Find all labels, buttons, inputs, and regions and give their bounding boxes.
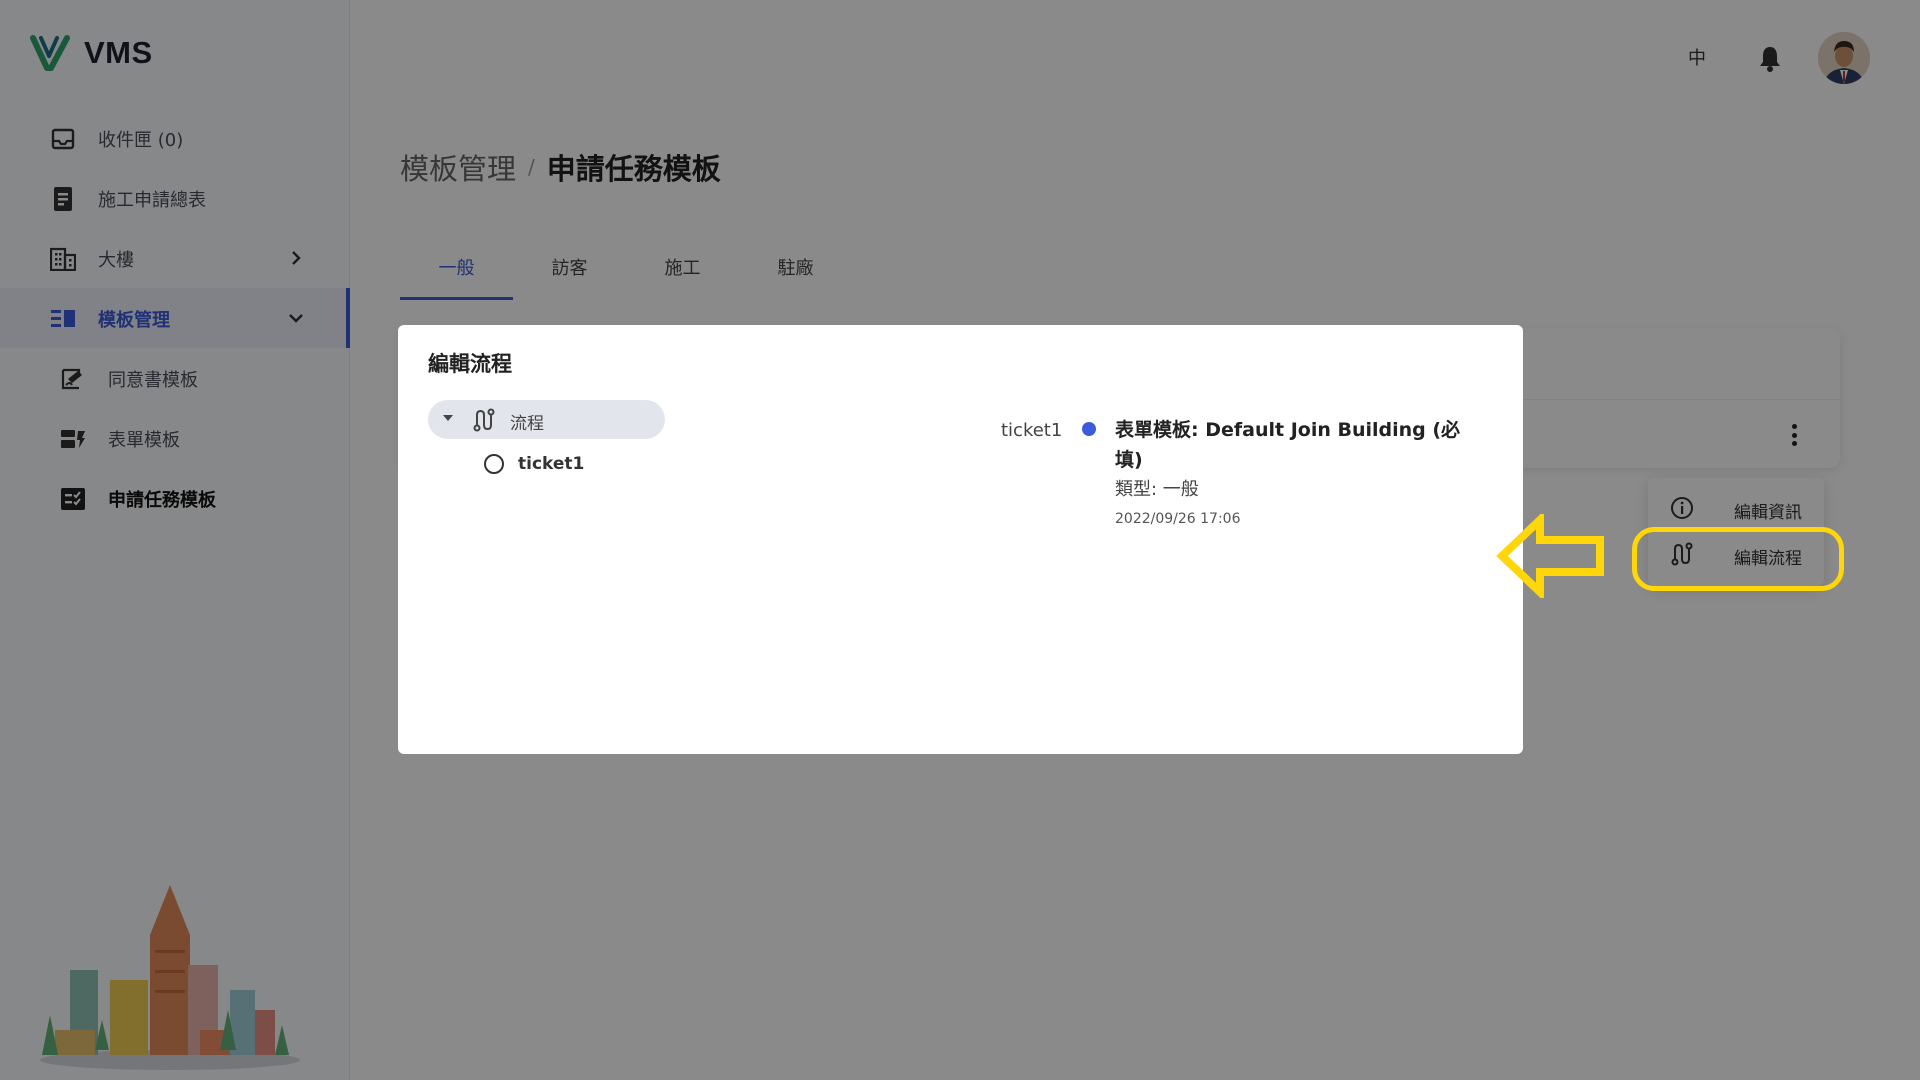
timeline-ticket-label: ticket1 [1001, 420, 1063, 441]
timeline-date: 2022/09/26 17:06 [1115, 511, 1241, 527]
left-arrow-annotation-icon [1496, 514, 1604, 598]
edit-flow-dialog: 編輯流程 流程 ticket1 ticket1 表單模板: Default Jo… [398, 325, 1523, 754]
dialog-title: 編輯流程 [428, 352, 512, 376]
timeline-dot [1082, 422, 1096, 436]
timeline-title: 表單模板: Default Join Building (必填) [1115, 419, 1461, 471]
caret-down-icon[interactable] [443, 415, 453, 421]
highlight-box [1632, 527, 1844, 591]
radio-circle-icon[interactable] [484, 454, 504, 474]
flow-icon [473, 408, 495, 432]
tree-node-ticket[interactable]: ticket1 [484, 449, 584, 479]
tree-node-label: 流程 [510, 414, 544, 434]
tree-node-flow[interactable]: 流程 [428, 400, 665, 439]
tree-node-label: ticket1 [518, 454, 585, 474]
timeline-type: 類型: 一般 [1115, 479, 1199, 500]
